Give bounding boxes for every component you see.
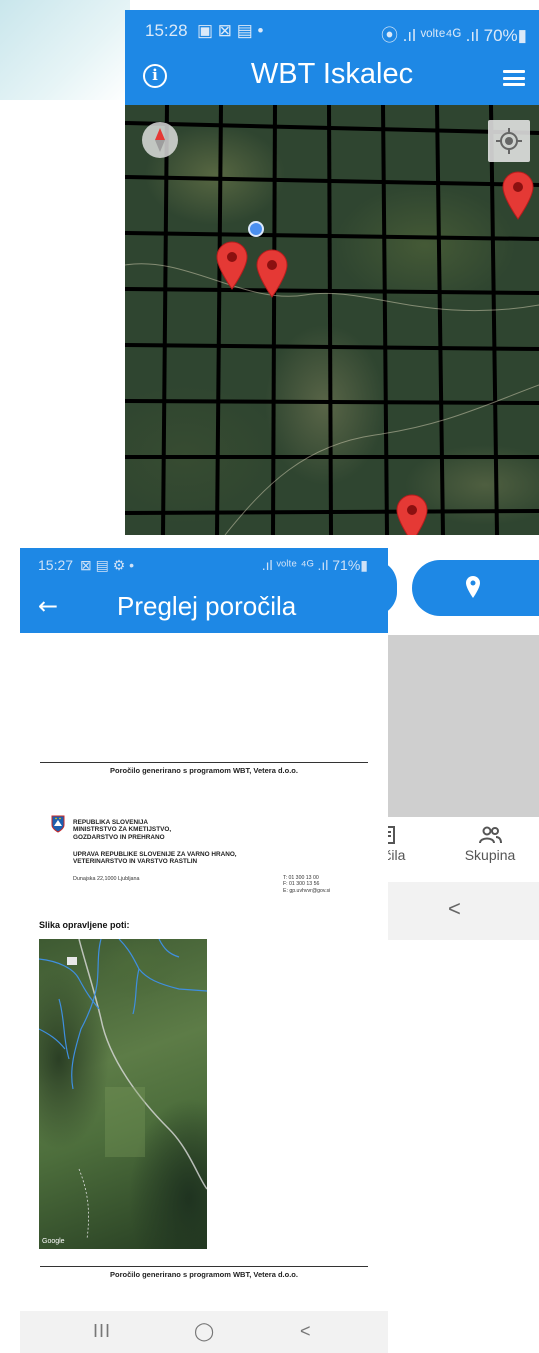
nav-label-group: Skupina (464, 847, 516, 863)
route-map-image: Google (39, 939, 207, 1249)
group-icon (479, 826, 502, 844)
status-left-icons: ⊠ ▤ ⚙ • (80, 557, 135, 573)
map-marker-icon[interactable] (255, 248, 289, 298)
status-right: .ıl ᵛᵒˡᵗᵉ ⁴ᴳ .ıl 71%▮ (261, 557, 368, 573)
satellite-map[interactable] (125, 105, 539, 535)
footer-rule (40, 1266, 368, 1267)
app-title: WBT Iskalec (250, 58, 414, 90)
status-time: 15:27 (38, 557, 74, 573)
nav-item-group[interactable]: Skupina (457, 825, 523, 863)
app-bar: i WBT Iskalec (125, 50, 539, 105)
report-screen: 15:27 ⊠ ▤ ⚙ • .ıl ᵛᵒˡᵗᵉ ⁴ᴳ .ıl 71%▮ ← Pr… (20, 548, 388, 1353)
map-attribution: Google (42, 1238, 65, 1245)
compass-icon[interactable] (142, 122, 178, 158)
agency-name: UPRAVA REPUBLIKE SLOVENIJE ZA VARNO HRAN… (73, 851, 237, 866)
menu-icon[interactable] (503, 70, 525, 86)
report-document[interactable]: Poročilo generirano s programom WBT, Vet… (20, 633, 388, 1313)
system-navigation-bar: < (373, 882, 539, 940)
agency-line: UPRAVA REPUBLIKE SLOVENIJE ZA VARNO HRAN… (73, 851, 237, 858)
route-image-heading: Slika opravljene poti: (39, 920, 130, 930)
org-line: GOZDARSTVO IN PREHRANO (73, 833, 165, 841)
system-back-button[interactable]: < (448, 896, 461, 922)
address: Dunajska 22,1000 Ljubljana (73, 876, 140, 882)
report-header-text: Poročilo generirano s programom WBT, Vet… (110, 766, 298, 775)
status-bar: 15:27 ⊠ ▤ ⚙ • .ıl ᵛᵒˡᵗᵉ ⁴ᴳ .ıl 71%▮ (20, 548, 388, 580)
map-grid (125, 105, 539, 535)
add-location-button[interactable] (412, 560, 539, 616)
my-location-icon[interactable] (488, 120, 530, 162)
system-back-button[interactable]: < (300, 1321, 311, 1342)
status-time: 15:28 (145, 21, 188, 40)
contact-line: E: gp.uvhvvr@gov.si (283, 887, 331, 894)
page-title: Preglej poročila (117, 591, 297, 621)
content-area (373, 635, 539, 817)
app-bar: ← Preglej poročila (20, 580, 388, 633)
report-footer-text: Poročilo generirano s programom WBT, Vet… (110, 1270, 298, 1279)
background-decoration (0, 0, 130, 100)
map-marker-icon[interactable] (501, 170, 535, 220)
ministry-name: REPUBLIKA SLOVENIJA MINISTRSTVO ZA KMETI… (73, 819, 171, 841)
back-arrow-icon[interactable]: ← (38, 592, 58, 620)
location-pin-icon (466, 576, 480, 598)
system-navigation-bar: III ◯ < (20, 1311, 388, 1353)
org-line: MINISTRSTVO ZA KMETIJSTVO, (73, 826, 172, 834)
org-line: REPUBLIKA SLOVENIJA (73, 819, 149, 826)
agency-line: VETERINARSTVO IN VARSTVO RASTLIN (73, 858, 198, 866)
map-marker-icon[interactable] (395, 493, 429, 535)
status-right: ⦿ .ıl ᵛᵒˡᵗᵉ⁴ᴳ .ıl 70%▮ (380, 26, 527, 45)
map-marker-icon[interactable] (215, 240, 249, 290)
recents-button[interactable]: III (93, 1321, 111, 1342)
status-bar: 15:28 ▣ ⊠ ▤ • ⦿ .ıl ᵛᵒˡᵗᵉ⁴ᴳ .ıl 70%▮ (125, 10, 539, 50)
user-location-dot (248, 221, 264, 237)
header-rule (40, 762, 368, 763)
home-button[interactable]: ◯ (194, 1321, 214, 1342)
slovenia-crest-icon (51, 815, 65, 833)
contact-info: T: 01 300 13 00 F: 01 300 13 56 E: gp.uv… (283, 875, 330, 894)
status-left-icons: ▣ ⊠ ▤ • (197, 21, 264, 40)
bottom-navigation: očila Skupina (373, 817, 539, 882)
